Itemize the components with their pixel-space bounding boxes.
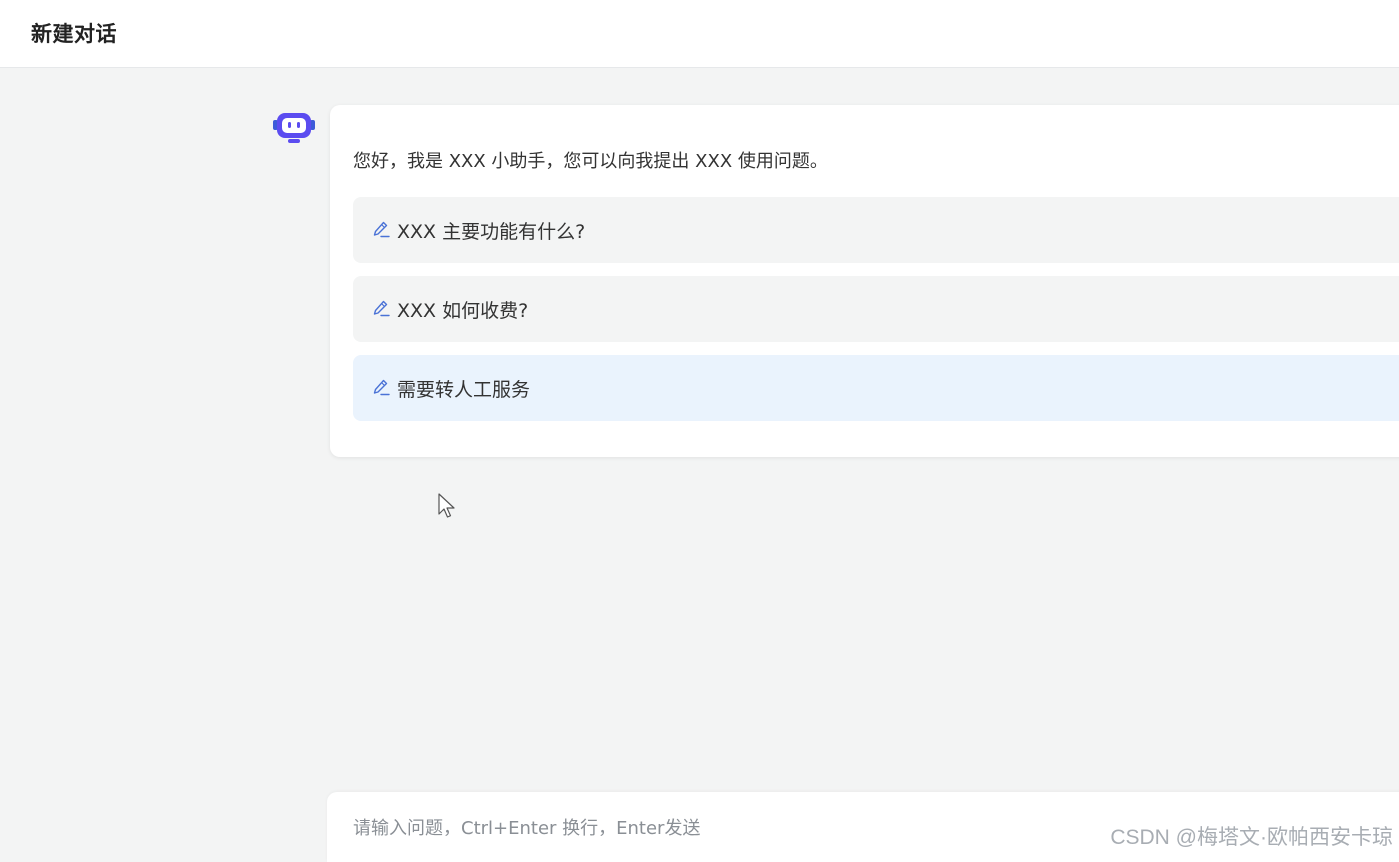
top-header: 新建对话 — [0, 0, 1399, 68]
suggestion-item-human-service[interactable]: 需要转人工服务 — [353, 355, 1399, 421]
pencil-icon — [371, 220, 391, 240]
suggestion-item-pricing[interactable]: XXX 如何收费? — [353, 276, 1399, 342]
pencil-icon — [371, 299, 391, 319]
page-title: 新建对话 — [31, 22, 117, 46]
assistant-message-bubble: 您好，我是 XXX 小助手，您可以向我提出 XXX 使用问题。 XXX 主要功能… — [330, 105, 1399, 457]
watermark-text: CSDN @梅塔文·欧帕西安卡琼 — [1110, 826, 1393, 849]
suggestion-label: XXX 如何收费? — [397, 299, 529, 322]
suggestion-label: XXX 主要功能有什么? — [397, 220, 586, 243]
mouse-pointer-icon — [437, 492, 459, 520]
greeting-text: 您好，我是 XXX 小助手，您可以向我提出 XXX 使用问题。 — [353, 151, 828, 172]
suggestion-item-features[interactable]: XXX 主要功能有什么? — [353, 197, 1399, 263]
suggestion-label: 需要转人工服务 — [397, 378, 531, 401]
pencil-icon — [371, 378, 391, 398]
robot-icon — [272, 110, 316, 146]
